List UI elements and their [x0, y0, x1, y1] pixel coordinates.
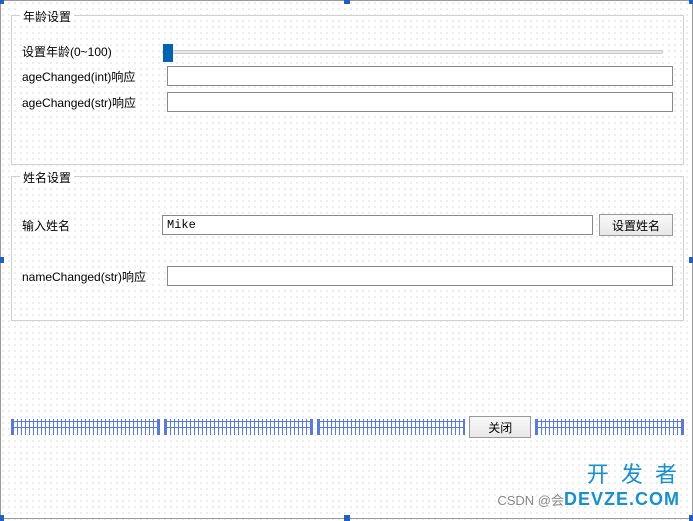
name-resp-input[interactable]	[167, 266, 673, 286]
age-groupbox: 年龄设置 设置年龄(0~100) ageChanged(int)响应 ageCh…	[11, 15, 684, 165]
age-int-input[interactable]	[167, 66, 673, 86]
resize-handle[interactable]	[689, 515, 693, 521]
resize-handle[interactable]	[0, 515, 4, 521]
close-button[interactable]: 关闭	[469, 416, 531, 438]
age-group-title: 年龄设置	[20, 8, 74, 25]
resize-handle[interactable]	[0, 257, 4, 263]
bottom-bar: 关闭	[11, 416, 684, 438]
watermark-line2: CSDN @会DEVZE.COM	[497, 489, 680, 510]
age-str-label: ageChanged(str)响应	[22, 94, 167, 111]
age-slider-label: 设置年龄(0~100)	[22, 43, 162, 60]
name-group-title: 姓名设置	[20, 169, 74, 186]
spacer-spring	[11, 419, 160, 435]
spacer-spring	[535, 419, 684, 435]
age-str-input[interactable]	[167, 92, 673, 112]
name-groupbox: 姓名设置 输入姓名 设置姓名 nameChanged(str)响应	[11, 176, 684, 321]
resize-handle[interactable]	[689, 257, 693, 263]
watermark: 开 发 者 CSDN @会DEVZE.COM	[497, 457, 680, 510]
spacer-spring	[317, 419, 466, 435]
name-input-label: 输入姓名	[22, 217, 162, 234]
name-input[interactable]	[162, 215, 593, 235]
resize-handle[interactable]	[344, 515, 350, 521]
resize-handle[interactable]	[0, 0, 4, 4]
age-slider-thumb[interactable]	[163, 44, 173, 62]
spacer-spring	[164, 419, 313, 435]
resize-handle[interactable]	[689, 0, 693, 4]
name-resp-label: nameChanged(str)响应	[22, 268, 167, 285]
age-int-label: ageChanged(int)响应	[22, 68, 167, 85]
age-slider[interactable]	[162, 50, 663, 54]
set-name-button[interactable]: 设置姓名	[599, 214, 673, 236]
watermark-line1: 开 发 者	[497, 457, 680, 489]
resize-handle[interactable]	[344, 0, 350, 4]
